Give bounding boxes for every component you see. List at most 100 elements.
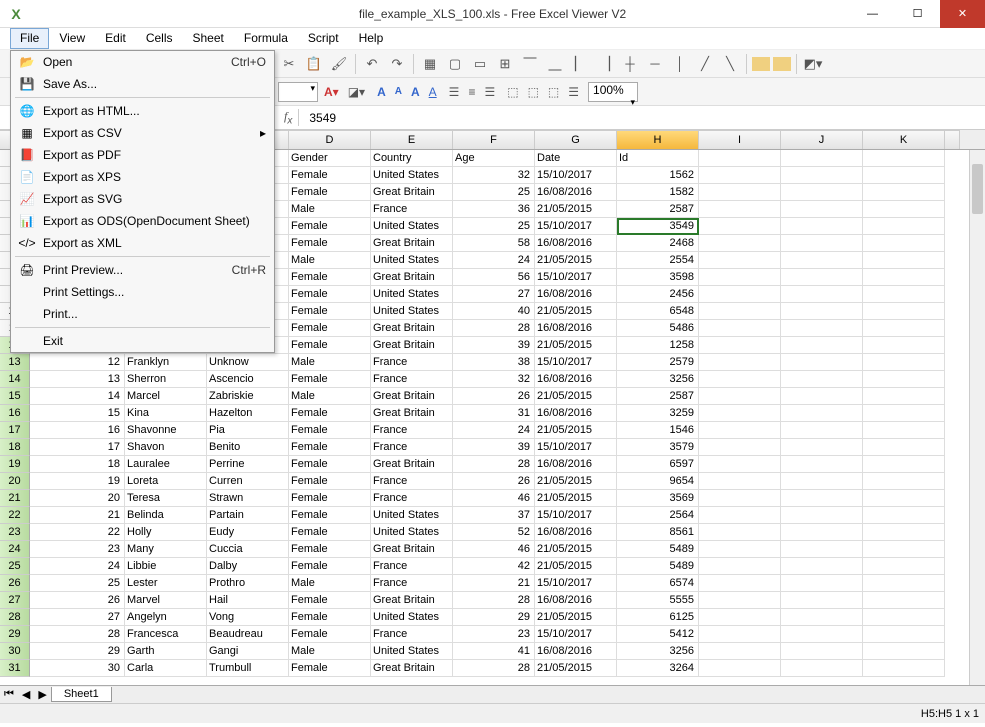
cell[interactable]: 41 [453,643,535,660]
cell[interactable] [699,167,781,184]
col-header-E[interactable]: E [371,130,453,149]
cell[interactable]: Female [289,626,371,643]
cell[interactable]: Great Britain [371,592,453,609]
cell[interactable]: 16/08/2016 [535,405,617,422]
cell[interactable] [863,660,945,677]
cell[interactable]: Male [289,388,371,405]
cell[interactable]: United States [371,252,453,269]
cell[interactable]: Female [289,286,371,303]
cell[interactable]: 21/05/2015 [535,660,617,677]
diagonal-box-icon[interactable]: ◩▾ [802,53,824,75]
valign-icon[interactable]: ☰ [565,81,582,103]
cell[interactable] [699,558,781,575]
cell[interactable]: Holly [125,524,207,541]
row-header[interactable]: 31 [0,660,30,677]
cell[interactable]: 21/05/2015 [535,303,617,320]
fill-color-icon[interactable]: ◪▾ [345,81,368,103]
menu-cells[interactable]: Cells [136,28,183,49]
cell[interactable]: 30 [30,660,125,677]
cell[interactable] [699,337,781,354]
cell[interactable]: 9654 [617,473,699,490]
cell[interactable]: 28 [453,660,535,677]
border-bottom-icon[interactable]: ⎽ [544,53,566,75]
menu-item-export-as-pdf[interactable]: 📕Export as PDF [11,144,274,166]
cell[interactable]: Female [289,558,371,575]
cell[interactable]: France [371,558,453,575]
maximize-button[interactable]: ☐ [895,0,940,28]
cell[interactable]: 15/10/2017 [535,167,617,184]
cell[interactable]: Pia [207,422,289,439]
cell[interactable] [863,269,945,286]
cell[interactable]: 2468 [617,235,699,252]
cell[interactable]: 28 [30,626,125,643]
cell[interactable]: 2564 [617,507,699,524]
cell[interactable] [699,456,781,473]
cell[interactable]: Female [289,524,371,541]
row-header[interactable]: 23 [0,524,30,541]
cell[interactable]: Male [289,354,371,371]
cell[interactable] [863,388,945,405]
cell[interactable]: 3579 [617,439,699,456]
cell[interactable] [863,405,945,422]
col-header-F[interactable]: F [453,130,535,149]
cell[interactable]: United States [371,303,453,320]
cell[interactable]: 16/08/2016 [535,235,617,252]
cell[interactable]: 16/08/2016 [535,456,617,473]
cell[interactable]: Female [289,541,371,558]
cell[interactable]: 6125 [617,609,699,626]
cell[interactable]: 5412 [617,626,699,643]
menu-item-open[interactable]: 📂OpenCtrl+O [11,51,274,73]
cell[interactable] [863,320,945,337]
cell[interactable] [781,218,863,235]
menu-item-exit[interactable]: Exit [11,330,274,352]
row-header[interactable]: 13 [0,354,30,371]
merge3-icon[interactable]: ⬚ [545,81,562,103]
cell[interactable]: Perrine [207,456,289,473]
col-header-G[interactable]: G [535,130,617,149]
row-header[interactable]: 22 [0,507,30,524]
border-all-icon[interactable]: ▦ [419,53,441,75]
cell[interactable] [781,609,863,626]
row-header[interactable]: 19 [0,456,30,473]
cell[interactable]: United States [371,609,453,626]
cell[interactable]: 16 [30,422,125,439]
row-header[interactable]: 24 [0,541,30,558]
cell[interactable]: Cuccia [207,541,289,558]
cell[interactable] [699,218,781,235]
cell[interactable]: 27 [30,609,125,626]
cell[interactable]: France [371,473,453,490]
menu-formula[interactable]: Formula [234,28,298,49]
col-header-I[interactable]: I [699,130,781,149]
border-none-icon[interactable]: ▢ [444,53,466,75]
cell[interactable]: 29 [30,643,125,660]
cell[interactable]: 21/05/2015 [535,337,617,354]
cell[interactable]: Lester [125,575,207,592]
cell[interactable]: Hail [207,592,289,609]
row-header[interactable]: 26 [0,575,30,592]
cell[interactable]: 1562 [617,167,699,184]
cell[interactable] [699,269,781,286]
cell[interactable] [781,320,863,337]
cell[interactable]: 16/08/2016 [535,320,617,337]
cell[interactable] [699,320,781,337]
cell[interactable] [781,388,863,405]
cell[interactable] [699,388,781,405]
col-header-J[interactable]: J [781,130,863,149]
zoom-select[interactable]: 100% [588,82,638,102]
cell[interactable] [863,524,945,541]
menu-view[interactable]: View [49,28,95,49]
border-inner-icon[interactable]: ┼ [619,53,641,75]
cell[interactable]: Great Britain [371,337,453,354]
cell[interactable]: 46 [453,541,535,558]
sheet-tab[interactable]: Sheet1 [51,687,112,702]
cell[interactable]: Dalby [207,558,289,575]
cell[interactable]: 1258 [617,337,699,354]
menu-item-print-preview-[interactable]: 🖨Print Preview...Ctrl+R [11,259,274,281]
cell[interactable]: Lauralee [125,456,207,473]
cell[interactable] [699,507,781,524]
cell[interactable]: Great Britain [371,184,453,201]
cell[interactable]: 26 [30,592,125,609]
cell[interactable] [699,184,781,201]
cell[interactable] [863,643,945,660]
cell[interactable]: Shavon [125,439,207,456]
